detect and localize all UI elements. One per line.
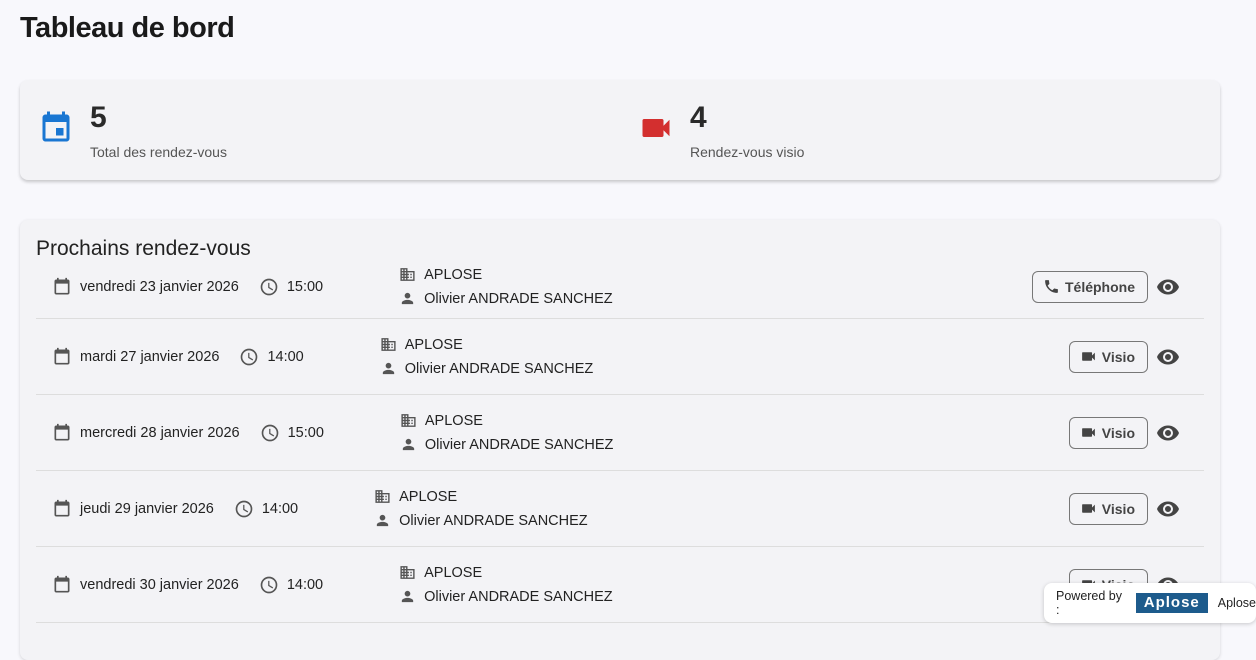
building-icon — [381, 338, 396, 351]
appointment-date: vendredi 30 janvier 2026 — [80, 576, 239, 593]
stat-value: 4 — [690, 101, 707, 134]
appointment-row: vendredi 23 janvier 2026 15:00 APLOSE Ol… — [36, 255, 1204, 319]
phone-icon — [1045, 280, 1058, 293]
stat-label: Rendez-vous visio — [690, 144, 805, 160]
calendar-icon — [54, 277, 70, 294]
appointment-row: vendredi 30 janvier 2026 14:00 APLOSE Ol… — [36, 547, 1204, 623]
appointment-time: 14:00 — [267, 348, 304, 365]
appointment-time: 14:00 — [261, 500, 299, 517]
videocam-icon — [1081, 352, 1095, 361]
person-name: Olivier ANDRADE SANCHEZ — [424, 290, 613, 307]
videocam-icon — [1081, 428, 1095, 437]
powered-name: Aplose — [1217, 596, 1256, 610]
appointment-time: 15:00 — [287, 424, 324, 441]
person-name: Olivier ANDRADE SANCHEZ — [424, 436, 614, 453]
eye-icon[interactable] — [1156, 345, 1180, 369]
clock-icon — [241, 348, 258, 365]
stat-label: Total des rendez-vous — [90, 144, 227, 160]
powered-label: Powered by : — [1056, 589, 1123, 617]
upcoming-appointments: Prochains rendez-vous vendredi 23 janvie… — [20, 220, 1220, 660]
building-icon — [400, 566, 415, 579]
eye-icon[interactable] — [1156, 497, 1180, 521]
person-icon — [376, 514, 389, 527]
company-name: APLOSE — [399, 488, 458, 505]
building-icon — [401, 414, 416, 427]
building-icon — [400, 268, 415, 281]
stats-card: 5 Total des rendez-vous 4 Rendez-vous visi… — [20, 80, 1220, 180]
appointment-row: jeudi 29 janvier 2026 14:00 APLOSE Olivi… — [36, 471, 1204, 547]
clock-icon — [260, 576, 278, 593]
appointment-date: jeudi 29 janvier 2026 — [80, 500, 214, 517]
calendar-icon — [54, 499, 70, 516]
appointment-row: mercredi 28 janvier 2026 15:00 APLOSE Ol… — [36, 395, 1204, 471]
clock-icon — [235, 500, 253, 517]
clock-icon — [260, 278, 278, 295]
appointment-time: 14:00 — [286, 576, 324, 593]
calendar-icon — [54, 347, 70, 364]
person-icon — [382, 362, 394, 375]
company-name: APLOSE — [404, 336, 463, 353]
appointment-row: mardi 27 janvier 2026 14:00 APLOSE Olivi… — [36, 319, 1204, 395]
type-label: Visio — [1101, 424, 1135, 441]
person-name: Olivier ANDRADE SANCHEZ — [424, 588, 613, 605]
person-icon — [401, 590, 414, 603]
person-icon — [402, 438, 415, 451]
company-name: APLOSE — [424, 266, 483, 283]
videocam-icon — [642, 119, 670, 137]
appointment-type-button[interactable]: Visio — [1068, 492, 1148, 525]
appointment-date: vendredi 23 janvier 2026 — [80, 278, 239, 295]
powered-by: Powered by : Aplose Aplose — [1044, 583, 1256, 623]
appointment-date: mercredi 28 janvier 2026 — [80, 424, 240, 441]
appointment-time: 15:00 — [286, 278, 324, 295]
person-icon — [401, 292, 414, 305]
aplose-logo: Aplose — [1135, 593, 1208, 613]
type-label: Visio — [1101, 348, 1135, 365]
stat-visio: 4 Rendez-vous visio — [620, 80, 1220, 180]
calendar-icon — [42, 111, 70, 142]
appointment-type-button[interactable]: Visio — [1068, 416, 1148, 449]
appointment-type-button[interactable]: Téléphone — [1031, 270, 1148, 303]
clock-icon — [261, 424, 278, 441]
calendar-icon — [54, 575, 70, 592]
eye-icon[interactable] — [1156, 275, 1180, 299]
page-title: Tableau de bord — [20, 12, 235, 44]
building-icon — [375, 490, 390, 503]
calendar-icon — [54, 423, 70, 440]
company-name: APLOSE — [424, 564, 483, 581]
videocam-icon — [1081, 504, 1095, 513]
appointment-date: mardi 27 janvier 2026 — [80, 348, 220, 365]
stat-total: 5 Total des rendez-vous — [20, 80, 620, 180]
eye-icon[interactable] — [1156, 421, 1180, 445]
company-name: APLOSE — [424, 412, 483, 429]
person-name: Olivier ANDRADE SANCHEZ — [404, 360, 594, 377]
person-name: Olivier ANDRADE SANCHEZ — [399, 512, 588, 529]
stat-value: 5 — [90, 101, 107, 134]
type-label: Téléphone — [1064, 278, 1135, 295]
type-label: Visio — [1101, 500, 1135, 517]
appointment-type-button[interactable]: Visio — [1068, 340, 1148, 373]
